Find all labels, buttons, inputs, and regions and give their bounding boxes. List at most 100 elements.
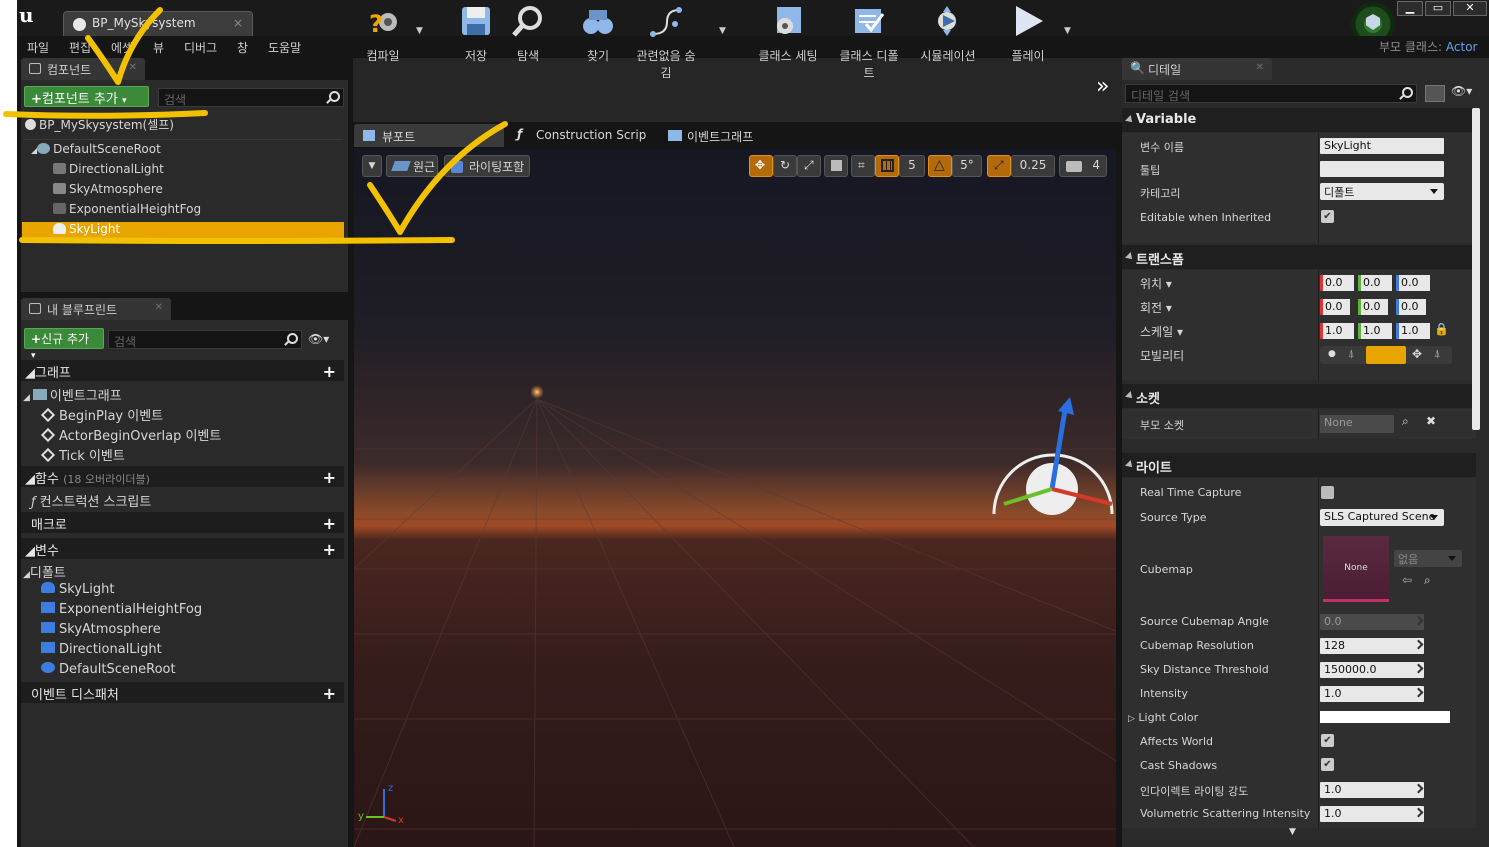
intensity-field[interactable]: 1.0 bbox=[1320, 686, 1424, 702]
clear-icon[interactable]: ✖ bbox=[1426, 414, 1436, 428]
menu-debug[interactable]: 디버그 bbox=[184, 39, 217, 56]
lock-icon[interactable]: 🔒 bbox=[1434, 322, 1449, 336]
cast-shadows-checkbox[interactable]: ✔ bbox=[1321, 758, 1334, 771]
search-icon[interactable]: ⌕ bbox=[1402, 414, 1409, 429]
variable-category[interactable]: ◢디폴트 bbox=[23, 562, 66, 581]
move-icon[interactable]: ✥ bbox=[1412, 347, 1422, 361]
coordinate-space-button[interactable] bbox=[824, 155, 848, 177]
add-new-button[interactable]: +신규 추가 ▾ bbox=[24, 328, 104, 361]
details-scrollbar[interactable] bbox=[1472, 108, 1480, 430]
hide-unrelated-button[interactable]: 관련없음 숨김 bbox=[631, 4, 701, 80]
event-graph-item[interactable]: ◢ 이벤트그래프 bbox=[23, 385, 122, 404]
static-icon[interactable]: ● bbox=[1328, 349, 1336, 359]
location-z[interactable]: 0.0 bbox=[1396, 275, 1430, 291]
scale-mode-button[interactable]: ⤢ bbox=[797, 155, 821, 177]
tree-item-exponentialheightfog[interactable]: ExponentialHeightFog bbox=[53, 202, 201, 216]
add-dispatcher-icon[interactable]: + bbox=[323, 684, 336, 703]
document-tab[interactable]: BP_MySkysystem × bbox=[63, 11, 253, 36]
cubemap-thumbnail[interactable]: None bbox=[1323, 536, 1389, 602]
scale-snap-value[interactable]: 0.25 bbox=[1011, 155, 1055, 177]
menu-asset[interactable]: 에셋 bbox=[111, 39, 133, 56]
grid-snap-toggle[interactable] bbox=[875, 155, 899, 177]
class-defaults-button[interactable]: 클래스 디폴트 bbox=[834, 4, 904, 80]
rotation-y[interactable]: 0.0 bbox=[1358, 299, 1388, 315]
tree-item-directionallight[interactable]: DirectionalLight bbox=[53, 162, 164, 176]
camera-speed-button[interactable]: 4 bbox=[1059, 155, 1107, 177]
browse-button[interactable]: 탐색 bbox=[493, 4, 563, 63]
prop-label[interactable]: ▷ Light Color bbox=[1128, 711, 1198, 724]
tab-details[interactable]: 🔍 디테일 ✕ bbox=[1122, 58, 1272, 80]
viewport-options-button[interactable]: ▼ bbox=[362, 155, 382, 177]
add-graph-icon[interactable]: + bbox=[323, 362, 336, 381]
add-variable-icon[interactable]: + bbox=[323, 540, 336, 559]
close-tab-icon[interactable]: ✕ bbox=[1256, 62, 1264, 73]
tooltip-field[interactable] bbox=[1320, 161, 1444, 177]
scale-x[interactable]: 1.0 bbox=[1320, 323, 1354, 339]
viewport[interactable]: z y x ▼ 원근 라이팅포함 ✥ ↻ ⤢ ⌗ 5 △ 5° ⤢ 0.25 4 bbox=[354, 149, 1116, 847]
minimize-button[interactable]: ▁ bbox=[1397, 1, 1423, 16]
menu-window[interactable]: 창 bbox=[237, 39, 248, 56]
category-transform[interactable]: 트랜스폼 bbox=[1122, 245, 1476, 269]
event-item[interactable]: Tick 이벤트 bbox=[40, 445, 125, 464]
prop-label[interactable]: 회전 ▾ bbox=[1140, 299, 1172, 316]
cubemap-resolution-field[interactable]: 128 bbox=[1320, 638, 1424, 654]
menu-view[interactable]: 뷰 bbox=[153, 39, 164, 56]
construction-script-item[interactable]: ƒ 컨스트럭션 스크립트 bbox=[31, 491, 151, 510]
play-options-arrow[interactable]: ▼ bbox=[1064, 26, 1071, 36]
movable-icon[interactable]: ⍋ bbox=[1434, 347, 1441, 361]
lighting-mode-button[interactable]: 라이팅포함 bbox=[444, 155, 530, 177]
perspective-button[interactable]: 원근 bbox=[386, 155, 438, 177]
close-window-button[interactable]: ✕ bbox=[1453, 1, 1487, 16]
event-item[interactable]: ActorBeginOverlap 이벤트 bbox=[40, 425, 221, 444]
category-dropdown[interactable]: 디폴트 bbox=[1320, 183, 1444, 200]
simulation-button[interactable]: 시뮬레이션 bbox=[913, 4, 983, 63]
play-button[interactable]: 플레이 bbox=[993, 4, 1063, 63]
rotation-snap-value[interactable]: 5° bbox=[952, 155, 982, 177]
blueprint-search-input[interactable]: 검색 bbox=[108, 330, 302, 349]
components-search-input[interactable]: 검색 bbox=[158, 88, 344, 107]
category-sockets[interactable]: 소켓 bbox=[1122, 384, 1476, 408]
location-y[interactable]: 0.0 bbox=[1358, 275, 1392, 291]
unreal-logo-icon[interactable]: u bbox=[19, 3, 41, 27]
variable-item[interactable]: SkyAtmosphere bbox=[41, 622, 161, 637]
translate-mode-button[interactable]: ✥ bbox=[749, 155, 773, 177]
find-button[interactable]: 찾기 bbox=[563, 4, 633, 63]
editable-inherited-checkbox[interactable]: ✔ bbox=[1321, 210, 1334, 223]
tab-event-graph[interactable]: 이벤트그래프 bbox=[659, 124, 809, 147]
close-tab-icon[interactable]: ✕ bbox=[155, 302, 163, 313]
stationary-icon[interactable]: ⍋ bbox=[1348, 347, 1355, 361]
event-item[interactable]: BeginPlay 이벤트 bbox=[40, 405, 163, 424]
rotation-snap-toggle[interactable]: △ bbox=[928, 155, 952, 177]
add-macro-icon[interactable]: + bbox=[323, 514, 336, 533]
view-options-eye-icon[interactable]: 👁▾ bbox=[308, 332, 329, 346]
indirect-lighting-intensity-field[interactable]: 1.0 bbox=[1320, 782, 1424, 798]
variable-name-field[interactable]: SkyLight bbox=[1320, 138, 1444, 154]
category-light[interactable]: 라이트 bbox=[1122, 453, 1476, 477]
tree-item-skylight[interactable]: SkyLight bbox=[53, 222, 120, 236]
prop-label[interactable]: 위치 ▾ bbox=[1140, 275, 1172, 292]
parent-class-link[interactable]: Actor bbox=[1446, 40, 1478, 54]
add-component-button[interactable]: +컴포넌트 추가 ▾ bbox=[24, 86, 149, 107]
section-variables[interactable]: ◢변수 + bbox=[21, 538, 344, 559]
rotation-z[interactable]: 0.0 bbox=[1396, 299, 1426, 315]
close-tab-icon[interactable]: ✕ bbox=[129, 62, 137, 73]
rotate-mode-button[interactable]: ↻ bbox=[773, 155, 797, 177]
variable-item[interactable]: DirectionalLight bbox=[41, 642, 162, 657]
tab-construction-script[interactable]: ƒ Construction Scrip bbox=[508, 124, 654, 147]
prop-label[interactable]: 스케일 ▾ bbox=[1140, 323, 1183, 340]
add-function-icon[interactable]: + bbox=[323, 468, 336, 487]
variable-item[interactable]: SkyLight bbox=[41, 582, 114, 597]
scroll-down-icon[interactable]: ▼ bbox=[1289, 827, 1296, 837]
volumetric-scattering-field[interactable]: 1.0 bbox=[1320, 806, 1424, 822]
tab-my-blueprint[interactable]: 내 블루프린트 ✕ bbox=[21, 298, 171, 320]
menu-edit[interactable]: 편집 bbox=[69, 39, 91, 56]
location-x[interactable]: 0.0 bbox=[1320, 275, 1354, 291]
variable-item[interactable]: DefaultSceneRoot bbox=[41, 662, 176, 677]
rotation-x[interactable]: 0.0 bbox=[1320, 299, 1350, 315]
maximize-button[interactable]: ▭ bbox=[1425, 1, 1451, 16]
real-time-capture-checkbox[interactable] bbox=[1321, 486, 1334, 499]
section-macros[interactable]: 매크로 + bbox=[21, 512, 344, 533]
close-tab-icon[interactable]: × bbox=[233, 16, 243, 30]
tree-item-skyatmosphere[interactable]: SkyAtmosphere bbox=[53, 182, 163, 196]
browse-asset-icon[interactable]: ⌕ bbox=[1424, 573, 1431, 588]
